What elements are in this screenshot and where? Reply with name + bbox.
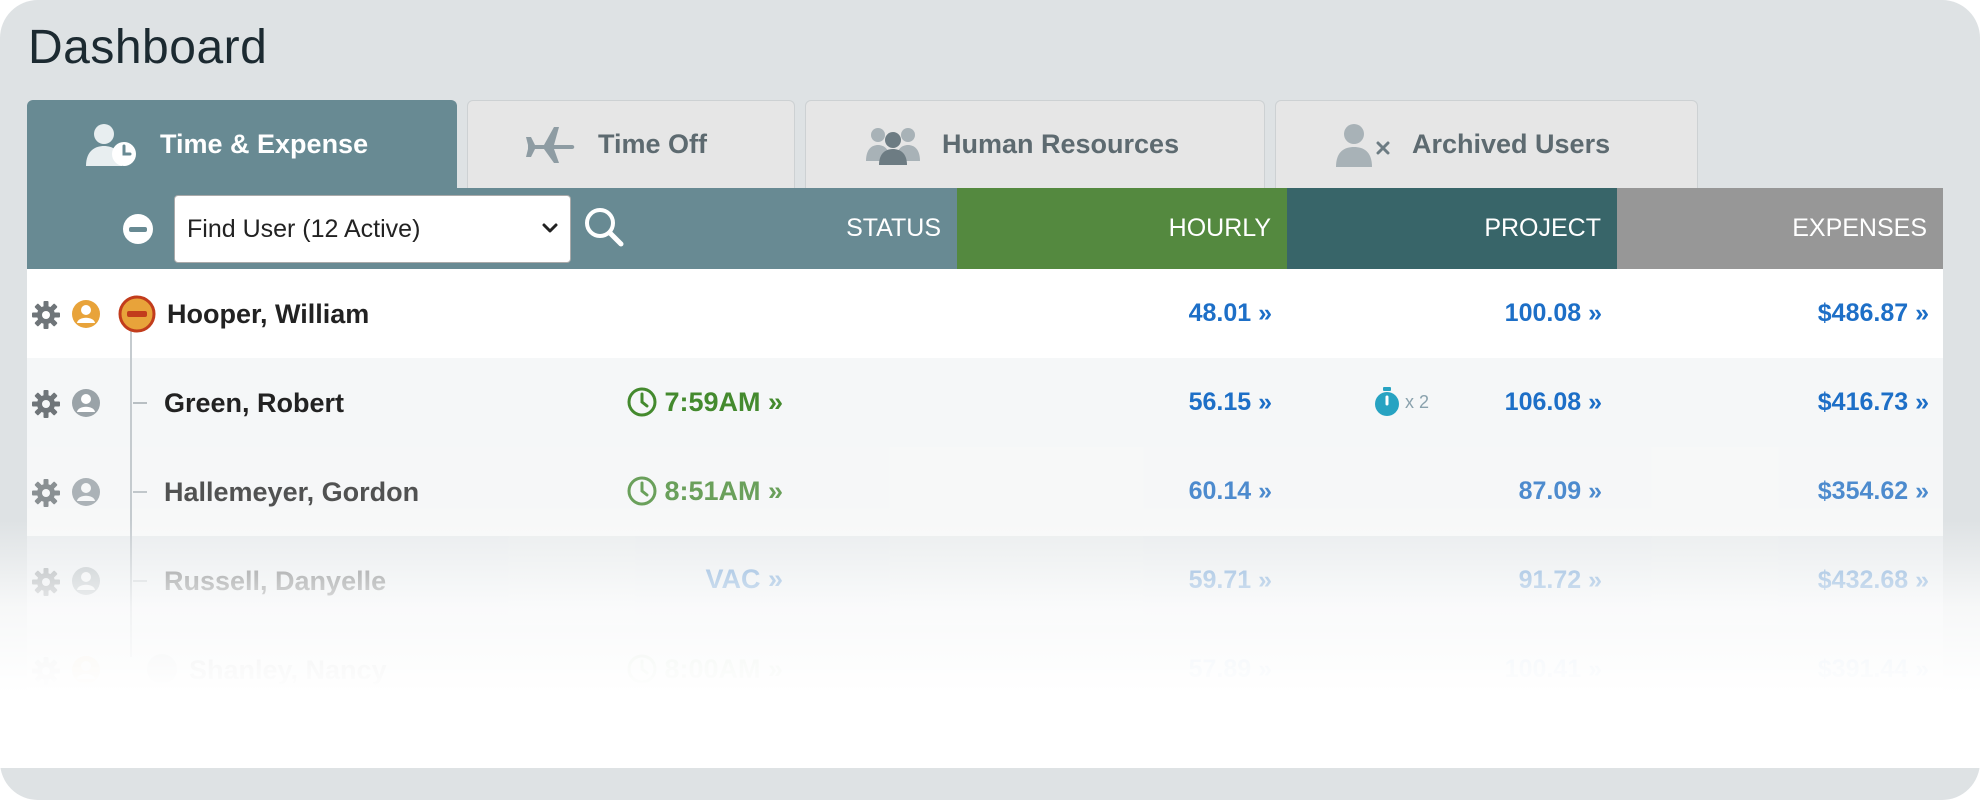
tab-time-expense[interactable]: Time & Expense	[27, 100, 457, 188]
status-text: 8:00AM »	[664, 653, 783, 684]
table-row: Hooper, William 48.01 » 100.08 » $486.87…	[27, 269, 1943, 358]
tab-label: Time Off	[598, 129, 708, 159]
gear-icon[interactable]	[32, 479, 60, 507]
status-text: 8:51AM »	[664, 475, 783, 506]
user-icon	[72, 300, 100, 328]
user-table: Hooper, William 48.01 » 100.08 » $486.87…	[27, 269, 1943, 714]
tree-connector	[133, 580, 147, 582]
search-icon[interactable]	[583, 206, 625, 248]
expenses-header: EXPENSES	[1617, 188, 1943, 269]
status-value[interactable]: 8:51AM »	[626, 475, 783, 507]
status-value[interactable]: 7:59AM »	[626, 386, 783, 418]
user-name[interactable]: Russell, Danyelle	[164, 566, 386, 597]
tab-archived-users[interactable]: Archived Users	[1275, 100, 1698, 188]
status-header-label: STATUS	[846, 214, 941, 242]
tree-line	[130, 317, 132, 657]
tab-time-off[interactable]: Time Off	[467, 100, 795, 188]
project-timer[interactable]: x 2	[1373, 387, 1429, 417]
status-value[interactable]: VAC »	[705, 564, 783, 595]
page-title: Dashboard	[28, 21, 268, 74]
hourly-value[interactable]: 60.14 »	[1189, 477, 1272, 506]
table-row: Hallemeyer, Gordon 8:51AM » 60.14 » 87.0…	[27, 447, 1943, 536]
table-header: STATUS Find User (12 Active) HOURLY PROJ…	[27, 188, 1943, 269]
expenses-value[interactable]: $416.73 »	[1818, 388, 1929, 417]
dashboard-panel: Dashboard Time & Expense Time Off Human …	[0, 0, 1980, 800]
clock-icon	[627, 476, 657, 506]
tree-connector	[133, 402, 147, 404]
expenses-value[interactable]: $432.68 »	[1818, 566, 1929, 595]
user-name[interactable]: Shanley, Nancy	[189, 655, 387, 686]
hourly-header: HOURLY	[957, 188, 1287, 269]
chevron-down-icon	[542, 223, 558, 233]
user-icon	[72, 389, 100, 417]
project-value[interactable]: 100.41 »	[1505, 655, 1602, 684]
project-value[interactable]: 100.08 »	[1505, 299, 1602, 328]
expenses-value[interactable]: $354.62 »	[1818, 477, 1929, 506]
collapse-group-icon[interactable]	[118, 295, 156, 333]
project-value[interactable]: 91.72 »	[1519, 566, 1602, 595]
table-row: Shanley, Nancy 8:00AM » 57.89 » 100.41 »…	[27, 625, 1943, 714]
expenses-value[interactable]: $486.87 »	[1818, 299, 1929, 328]
table-row: Russell, Danyelle VAC » 59.71 » 91.72 » …	[27, 536, 1943, 625]
hourly-header-label: HOURLY	[1168, 214, 1271, 242]
gear-icon[interactable]	[32, 657, 60, 685]
expenses-header-label: EXPENSES	[1792, 214, 1927, 242]
project-value[interactable]: 106.08 »	[1505, 388, 1602, 417]
gear-icon[interactable]	[32, 301, 60, 329]
expenses-value[interactable]: $391.44 »	[1818, 655, 1929, 684]
stopwatch-icon	[1375, 387, 1399, 416]
timer-count: x 2	[1405, 391, 1430, 412]
find-user-select[interactable]: Find User (12 Active)	[174, 195, 571, 263]
gear-icon[interactable]	[32, 390, 60, 418]
project-header-label: PROJECT	[1484, 214, 1601, 242]
group-icon	[866, 125, 920, 165]
tree-connector	[133, 491, 147, 493]
user-name[interactable]: Hallemeyer, Gordon	[164, 477, 419, 508]
airplane-icon	[526, 125, 576, 165]
tab-label: Archived Users	[1412, 129, 1611, 159]
find-user-value: Find User (12 Active)	[187, 214, 421, 243]
collapse-group-icon[interactable]	[145, 652, 179, 686]
project-header: PROJECT	[1287, 188, 1617, 269]
status-text: VAC »	[705, 564, 783, 594]
collapse-all-button[interactable]	[123, 214, 153, 244]
user-icon	[72, 567, 100, 595]
clock-icon	[627, 387, 657, 417]
hourly-value[interactable]: 56.15 »	[1189, 388, 1272, 417]
gear-icon[interactable]	[32, 568, 60, 596]
status-text: 7:59AM »	[664, 386, 783, 417]
user-name[interactable]: Green, Robert	[164, 388, 344, 419]
hourly-value[interactable]: 57.89 »	[1189, 655, 1272, 684]
hourly-value[interactable]: 59.71 »	[1189, 566, 1272, 595]
hourly-value[interactable]: 48.01 »	[1189, 299, 1272, 328]
user-clock-icon	[84, 122, 138, 168]
project-value[interactable]: 87.09 »	[1519, 477, 1602, 506]
user-name[interactable]: Hooper, William	[167, 299, 369, 330]
user-icon	[72, 478, 100, 506]
user-remove-icon	[1336, 123, 1390, 167]
tab-human-resources[interactable]: Human Resources	[805, 100, 1265, 188]
table-row: Green, Robert 7:59AM » 56.15 » x 2 106.0…	[27, 358, 1943, 447]
tab-label: Time & Expense	[160, 129, 369, 159]
tab-label: Human Resources	[942, 129, 1180, 159]
clock-icon	[627, 654, 657, 684]
status-value[interactable]: 8:00AM »	[626, 653, 783, 685]
user-icon	[72, 656, 100, 684]
